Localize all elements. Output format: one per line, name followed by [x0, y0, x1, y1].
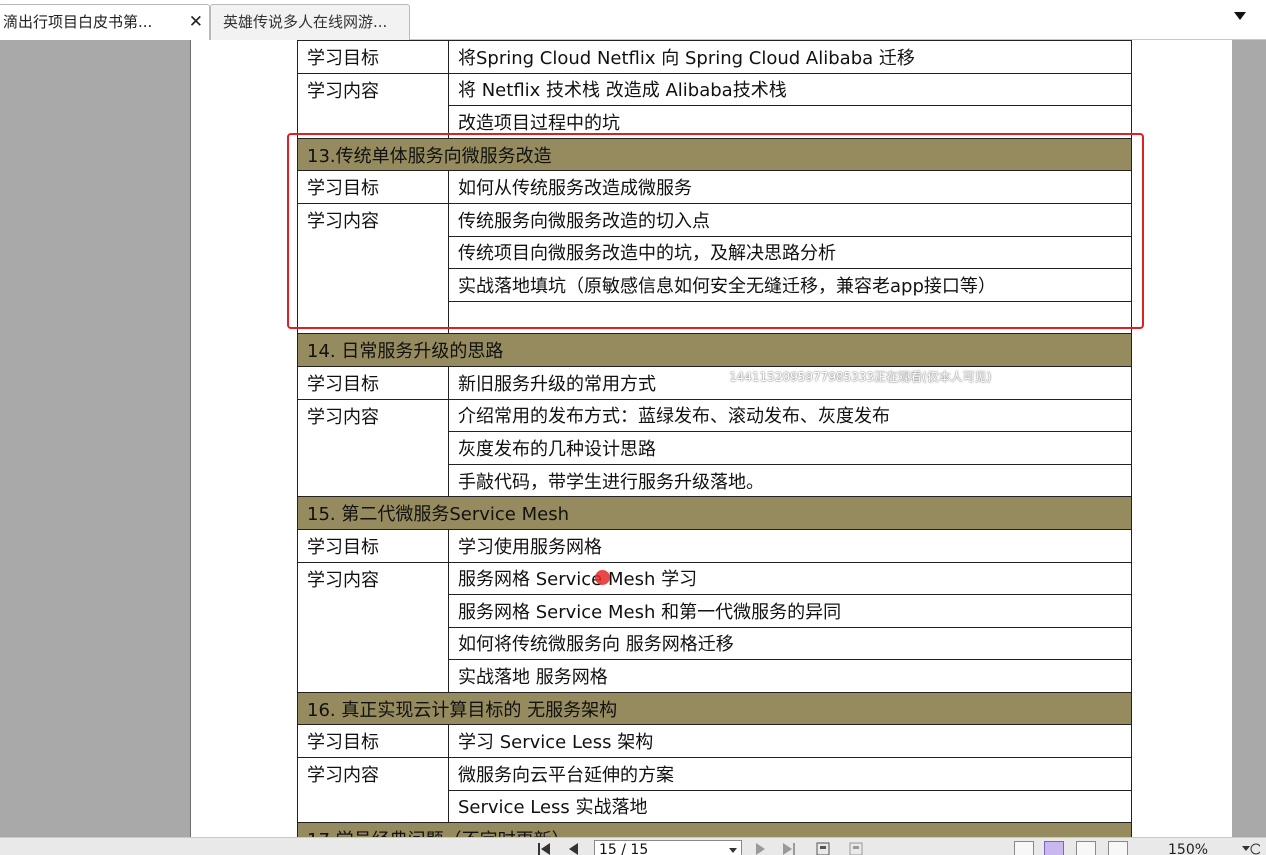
- document-page: 学习目标 将Spring Cloud Netflix 向 Spring Cloud…: [190, 40, 1233, 837]
- table-row: 学习目标 学习 Service Less 架构: [297, 724, 1132, 759]
- zoom-level[interactable]: 150%: [1168, 842, 1208, 855]
- row-category-cell: [297, 627, 449, 660]
- table-row: [297, 300, 1132, 335]
- document-viewport[interactable]: 学习目标 将Spring Cloud Netflix 向 Spring Cloud…: [0, 40, 1266, 837]
- row-content-cell: 传统服务向微服务改造的切入点: [448, 202, 1132, 237]
- row-category-cell: [297, 236, 449, 269]
- row-category-cell: 学习内容: [297, 398, 449, 432]
- section-header-row: 13.传统单体服务向微服务改造: [297, 137, 1132, 172]
- row-content-cell: Service Less 实战落地: [448, 789, 1132, 824]
- row-category-cell: 学习内容: [297, 72, 449, 106]
- row-content-cell: 介绍常用的发布方式：蓝绿发布、滚动发布、灰度发布: [448, 398, 1132, 433]
- row-content-cell: 传统项目向微服务改造中的坑，及解决思路分析: [448, 235, 1132, 270]
- table-row: 学习内容 传统服务向微服务改造的切入点: [297, 202, 1132, 237]
- go-back-icon[interactable]: [815, 840, 833, 855]
- row-category-cell: [297, 105, 449, 139]
- section-header-row: 14. 日常服务升级的思路: [297, 333, 1132, 367]
- table-row: 手敲代码，带学生进行服务升级落地。: [297, 463, 1132, 498]
- single-page-view-button[interactable]: [1014, 841, 1034, 855]
- table-row: Service Less 实战落地: [297, 789, 1132, 824]
- section-title: 16. 真正实现云计算目标的 无服务架构: [297, 691, 1132, 726]
- row-category-cell: 学习内容: [297, 202, 449, 237]
- tab-inactive-document[interactable]: 英雄传说多人在线网游...: [210, 4, 410, 40]
- tab-label: 英雄传说多人在线网游...: [223, 13, 388, 31]
- section-title: 17.学员经典问题（不定时更新）: [297, 822, 1132, 837]
- table-row: 学习目标 新旧服务升级的常用方式: [297, 365, 1132, 400]
- viewer-watermark: 1441152095977985333正在观看(仅本人可见): [729, 370, 992, 384]
- table-row: 学习目标 将Spring Cloud Netflix 向 Spring Cloud…: [297, 40, 1132, 74]
- section-header-row: 17.学员经典问题（不定时更新）: [297, 822, 1132, 837]
- row-content-cell: 学习 Service Less 架构: [448, 724, 1132, 759]
- pointer-cursor-dot: [595, 570, 610, 585]
- row-content-cell: 实战落地填坑（原敏感信息如何安全无缝迁移，兼容老app接口等）: [448, 268, 1132, 302]
- row-category-cell: [297, 659, 449, 693]
- continuous-view-button[interactable]: [1044, 841, 1064, 855]
- tab-bar: 滴出行项目白皮书第... ✕ 英雄传说多人在线网游...: [0, 0, 1266, 40]
- row-content-cell: [448, 300, 1132, 335]
- table-row: 改造项目过程中的坑: [297, 105, 1132, 139]
- first-page-icon[interactable]: [536, 840, 554, 855]
- row-category-cell: 学习目标: [297, 170, 449, 204]
- row-content-cell: 微服务向云平台延伸的方案: [448, 757, 1132, 791]
- tab-list-dropdown-icon[interactable]: [1234, 12, 1246, 20]
- zoom-menu-icon[interactable]: [1240, 840, 1260, 855]
- row-content-cell: 灰度发布的几种设计思路: [448, 431, 1132, 465]
- section-title: 14. 日常服务升级的思路: [297, 333, 1132, 367]
- row-category-cell: 学习目标: [297, 40, 449, 74]
- last-page-icon[interactable]: [780, 840, 798, 855]
- row-content-cell: 将 Netflix 技术栈 改造成 Alibaba技术栈: [448, 72, 1132, 107]
- tab-active-document[interactable]: 滴出行项目白皮书第... ✕: [0, 4, 210, 40]
- row-content-cell: 如何从传统服务改造成微服务: [448, 170, 1132, 204]
- table-row: 学习内容 介绍常用的发布方式：蓝绿发布、滚动发布、灰度发布: [297, 398, 1132, 433]
- vertical-scrollbar[interactable]: [1232, 40, 1266, 837]
- table-row: 学习内容 服务网格 Service Mesh 学习: [297, 561, 1132, 596]
- table-row: 灰度发布的几种设计思路: [297, 431, 1132, 465]
- row-content-cell: 手敲代码，带学生进行服务升级落地。: [448, 463, 1132, 498]
- row-content-cell: 实战落地 服务网格: [448, 659, 1132, 693]
- row-content-cell: 服务网格 Service Mesh 和第一代微服务的异同: [448, 594, 1132, 628]
- table-row: 学习目标 如何从传统服务改造成微服务: [297, 170, 1132, 204]
- row-category-cell: 学习目标: [297, 365, 449, 400]
- previous-page-icon[interactable]: [566, 840, 582, 855]
- section-header-row: 16. 真正实现云计算目标的 无服务架构: [297, 691, 1132, 726]
- bottom-toolbar: 15 / 15 150%: [0, 837, 1266, 855]
- go-forward-icon[interactable]: [848, 840, 866, 855]
- continuous-facing-view-button[interactable]: [1108, 841, 1128, 855]
- syllabus-table: 学习目标 将Spring Cloud Netflix 向 Spring Cloud…: [297, 40, 1132, 837]
- row-content-cell: 学习使用服务网格: [448, 528, 1132, 563]
- row-category-cell: [297, 301, 449, 335]
- row-content-cell: 如何将传统微服务向 服务网格迁移: [448, 626, 1132, 661]
- table-row: 学习内容将 Netflix 技术栈 改造成 Alibaba技术栈: [297, 72, 1132, 107]
- row-category-cell: [297, 431, 449, 465]
- facing-view-button[interactable]: [1076, 841, 1096, 855]
- row-category-cell: 学习目标: [297, 724, 449, 759]
- table-row: 传统项目向微服务改造中的坑，及解决思路分析: [297, 235, 1132, 270]
- next-page-icon[interactable]: [752, 840, 768, 855]
- row-content-cell: 改造项目过程中的坑: [448, 105, 1132, 139]
- row-content-cell: 服务网格 Service Mesh 学习: [448, 561, 1132, 596]
- row-category-cell: [297, 464, 449, 498]
- table-row: 学习内容 微服务向云平台延伸的方案: [297, 757, 1132, 791]
- table-row: 实战落地 服务网格: [297, 659, 1132, 693]
- table-row: 服务网格 Service Mesh 和第一代微服务的异同: [297, 594, 1132, 628]
- row-category-cell: [297, 594, 449, 628]
- row-category-cell: [297, 790, 449, 824]
- row-category-cell: 学习内容: [297, 757, 449, 791]
- section-title: 13.传统单体服务向微服务改造: [297, 137, 1132, 172]
- table-row: 学习目标 学习使用服务网格: [297, 528, 1132, 563]
- close-tab-icon[interactable]: ✕: [189, 5, 203, 39]
- table-row: 如何将传统微服务向 服务网格迁移: [297, 626, 1132, 661]
- row-content-cell: 将Spring Cloud Netflix 向 Spring Cloud Ali…: [448, 40, 1132, 74]
- row-category-cell: 学习内容: [297, 561, 449, 595]
- chevron-down-icon: [729, 848, 737, 853]
- page-indicator: 15 / 15: [599, 842, 649, 855]
- row-category-cell: 学习目标: [297, 528, 449, 563]
- table-row: 实战落地填坑（原敏感信息如何安全无缝迁移，兼容老app接口等）: [297, 268, 1132, 302]
- section-title: 15. 第二代微服务Service Mesh: [297, 496, 1132, 530]
- section-header-row: 15. 第二代微服务Service Mesh: [297, 496, 1132, 530]
- page-number-select[interactable]: 15 / 15: [594, 840, 742, 855]
- tab-label: 滴出行项目白皮书第...: [3, 13, 153, 31]
- row-category-cell: [297, 268, 449, 302]
